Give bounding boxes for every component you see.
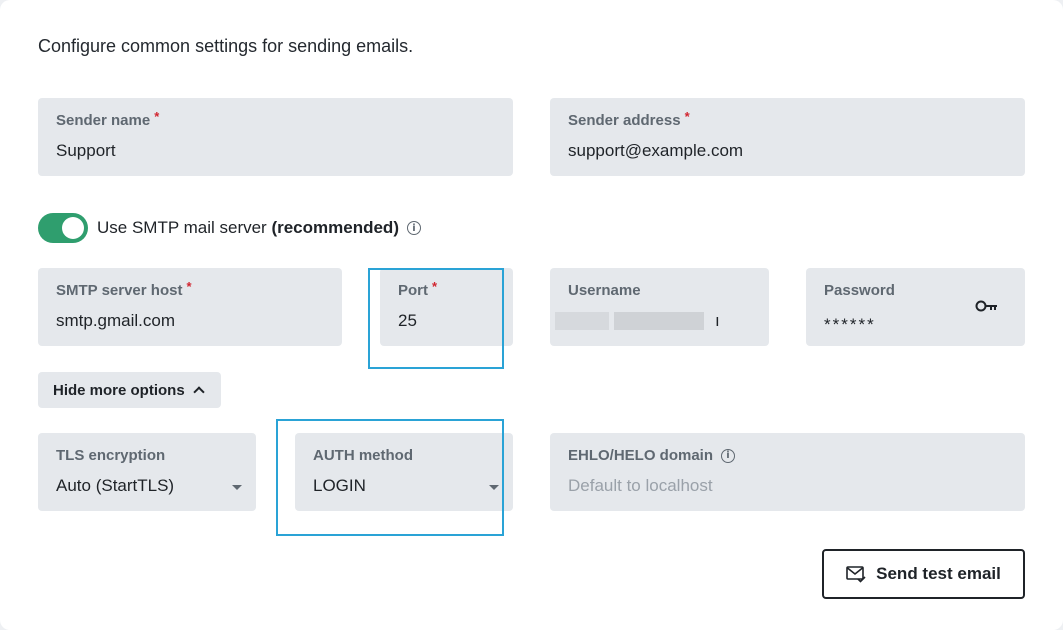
- username-label: Username: [568, 282, 641, 299]
- ehlo-domain-field[interactable]: EHLO/HELO domain i Default to localhost: [550, 433, 1025, 511]
- info-icon[interactable]: i: [406, 221, 421, 235]
- chevron-up-icon: [193, 386, 205, 398]
- sender-name-value: Support: [56, 141, 116, 160]
- username-field[interactable]: Username ı: [550, 268, 769, 346]
- port-value: 25: [398, 311, 417, 330]
- tls-encryption-label: TLS encryption: [56, 447, 166, 464]
- redacted-block: [614, 312, 704, 330]
- smtp-toggle-text: Use SMTP mail server: [97, 218, 267, 237]
- sender-name-label: Sender name: [56, 112, 151, 129]
- port-label: Port: [398, 282, 428, 299]
- ehlo-domain-label: EHLO/HELO domain: [568, 447, 714, 464]
- auth-method-value: LOGIN: [313, 476, 366, 495]
- smtp-host-label: SMTP server host: [56, 282, 183, 299]
- sender-address-label: Sender address: [568, 112, 681, 129]
- toggle-knob: [62, 217, 84, 239]
- key-icon[interactable]: [975, 298, 999, 314]
- smtp-host-value: smtp.gmail.com: [56, 311, 176, 330]
- auth-method-select[interactable]: AUTH method LOGIN: [295, 433, 513, 511]
- mail-check-icon: [846, 566, 866, 583]
- password-value: ******: [824, 315, 876, 334]
- dropdown-caret-icon: [232, 485, 242, 490]
- smtp-toggle[interactable]: [38, 213, 88, 243]
- password-label: Password: [824, 282, 895, 299]
- smtp-recommended-text: (recommended): [271, 218, 399, 237]
- tls-encryption-select[interactable]: TLS encryption Auto (StartTLS): [38, 433, 256, 511]
- redacted-block: [555, 312, 609, 330]
- sender-name-field[interactable]: Sender name * Support: [38, 98, 513, 176]
- required-marker: *: [186, 279, 192, 294]
- send-test-email-button[interactable]: Send test email: [822, 549, 1025, 599]
- hide-more-options-button[interactable]: Hide more options: [38, 372, 221, 408]
- tls-encryption-value: Auto (StartTLS): [56, 476, 175, 495]
- smtp-host-field[interactable]: SMTP server host * smtp.gmail.com: [38, 268, 342, 346]
- username-value: ı: [715, 311, 720, 330]
- required-marker: *: [432, 279, 438, 294]
- auth-method-label: AUTH method: [313, 447, 413, 464]
- hide-more-options-label: Hide more options: [53, 381, 185, 399]
- send-test-email-label: Send test email: [876, 564, 1001, 583]
- required-marker: *: [154, 109, 160, 124]
- email-settings-card: Configure common settings for sending em…: [0, 0, 1063, 630]
- settings-description: Configure common settings for sending em…: [38, 36, 414, 56]
- info-icon[interactable]: i: [721, 448, 736, 463]
- port-field[interactable]: Port * 25: [380, 268, 513, 346]
- required-marker: *: [684, 109, 690, 124]
- ehlo-domain-placeholder: Default to localhost: [568, 476, 713, 495]
- smtp-toggle-label: Use SMTP mail server (recommended) i: [97, 218, 421, 238]
- sender-address-value: support@example.com: [568, 141, 744, 160]
- password-field[interactable]: Password ******: [806, 268, 1025, 346]
- sender-address-field[interactable]: Sender address * support@example.com: [550, 98, 1025, 176]
- dropdown-caret-icon: [489, 485, 499, 490]
